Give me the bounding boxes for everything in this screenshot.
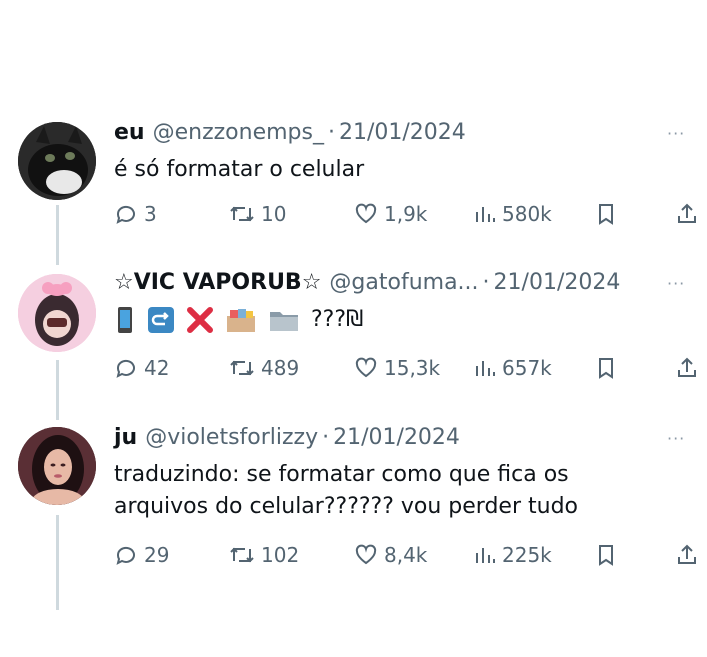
user-handle[interactable]: @enzzonemps_ [153, 120, 324, 145]
retweet-icon [230, 206, 254, 222]
like-count: 15,3k [384, 356, 441, 380]
reply-count: 29 [144, 543, 170, 567]
reply-button[interactable]: 3 [114, 202, 157, 226]
avatar[interactable] [18, 427, 96, 505]
retweet-count: 489 [261, 356, 300, 380]
bookmark-icon [599, 358, 613, 379]
bookmark-button[interactable] [596, 543, 616, 567]
tweet-text: é só formatar o celular [114, 157, 365, 182]
rotate-arrow-icon [148, 307, 174, 333]
tweet-1[interactable]: eu @enzzonemps_ · 21/01/2024 ··· é só fo… [0, 120, 707, 240]
views-button[interactable]: 580k [474, 202, 552, 226]
display-name[interactable]: ju [114, 425, 137, 450]
avatar[interactable] [18, 274, 96, 352]
cat-avatar-icon [18, 122, 96, 200]
views-chart-icon [476, 207, 495, 222]
share-icon [678, 357, 696, 377]
display-name[interactable]: eu [114, 120, 145, 145]
avatar[interactable] [18, 122, 96, 200]
share-button[interactable] [676, 543, 698, 567]
share-button[interactable] [676, 356, 698, 380]
views-button[interactable]: 657k [474, 356, 552, 380]
woman-avatar-icon [18, 427, 96, 505]
like-count: 8,4k [384, 543, 428, 567]
share-icon [678, 203, 696, 223]
tweet-2[interactable]: ☆VIC VAPORUB☆ @gatofuma... · 21/01/2024 … [0, 270, 707, 390]
retweet-button[interactable]: 102 [229, 543, 299, 567]
user-handle[interactable]: @gatofuma... [329, 270, 478, 295]
tweet-date[interactable]: 21/01/2024 [494, 270, 621, 295]
separator-dot: · [322, 425, 330, 450]
cross-mark-icon [187, 307, 213, 333]
retweet-button[interactable]: 489 [229, 356, 299, 380]
reply-count: 42 [144, 356, 170, 380]
reply-icon [116, 546, 135, 565]
file-folder-icon [270, 312, 298, 331]
display-name[interactable]: ☆VIC VAPORUB☆ [114, 270, 321, 295]
separator-dot: · [482, 270, 490, 295]
more-options-icon[interactable]: ··· [667, 124, 685, 143]
view-count: 580k [502, 202, 552, 226]
retweet-count: 102 [261, 543, 300, 567]
bookmark-icon [599, 204, 613, 225]
separator-dot: · [327, 120, 335, 145]
reply-button[interactable]: 42 [114, 356, 169, 380]
share-icon [678, 544, 696, 564]
retweet-button[interactable]: 10 [229, 202, 286, 226]
share-button[interactable] [676, 202, 698, 226]
bookmark-button[interactable] [596, 202, 616, 226]
heart-icon [355, 203, 377, 224]
like-button[interactable]: 8,4k [354, 543, 427, 567]
like-count: 1,9k [384, 202, 428, 226]
views-chart-icon [476, 548, 495, 563]
more-options-icon[interactable]: ··· [667, 429, 685, 448]
retweet-icon [230, 360, 254, 376]
tweet-text-suffix: ???₪ [311, 307, 364, 332]
reply-count: 3 [144, 202, 157, 226]
reply-button[interactable]: 29 [114, 543, 169, 567]
tweet-text-line: arquivos do celular?????? vou perder tud… [114, 494, 578, 519]
card-file-box-icon [227, 309, 255, 332]
reply-icon [116, 205, 135, 224]
tweet-date[interactable]: 21/01/2024 [339, 120, 466, 145]
bookmark-button[interactable] [596, 356, 616, 380]
tweet-date[interactable]: 21/01/2024 [333, 425, 460, 450]
like-button[interactable]: 15,3k [354, 356, 440, 380]
views-chart-icon [476, 361, 495, 376]
like-button[interactable]: 1,9k [354, 202, 427, 226]
mobile-phone-icon [118, 307, 132, 333]
reply-icon [116, 359, 135, 378]
tweet-text: ???₪ [114, 304, 363, 336]
user-handle[interactable]: @violetsforlizzy [145, 425, 318, 450]
tweet-text: traduzindo: se formatar como que fica os… [114, 459, 578, 523]
more-options-icon[interactable]: ··· [667, 274, 685, 293]
retweet-icon [230, 547, 254, 563]
retweet-count: 10 [261, 202, 287, 226]
views-button[interactable]: 225k [474, 543, 552, 567]
bookmark-icon [599, 545, 613, 566]
tweet-3[interactable]: ju @violetsforlizzy · 21/01/2024 ··· tra… [0, 425, 707, 585]
view-count: 225k [502, 543, 552, 567]
heart-icon [355, 357, 377, 378]
tweet-text-line: traduzindo: se formatar como que fica os [114, 462, 569, 487]
view-count: 657k [502, 356, 552, 380]
heart-icon [355, 544, 377, 565]
doll-avatar-icon [18, 274, 96, 352]
